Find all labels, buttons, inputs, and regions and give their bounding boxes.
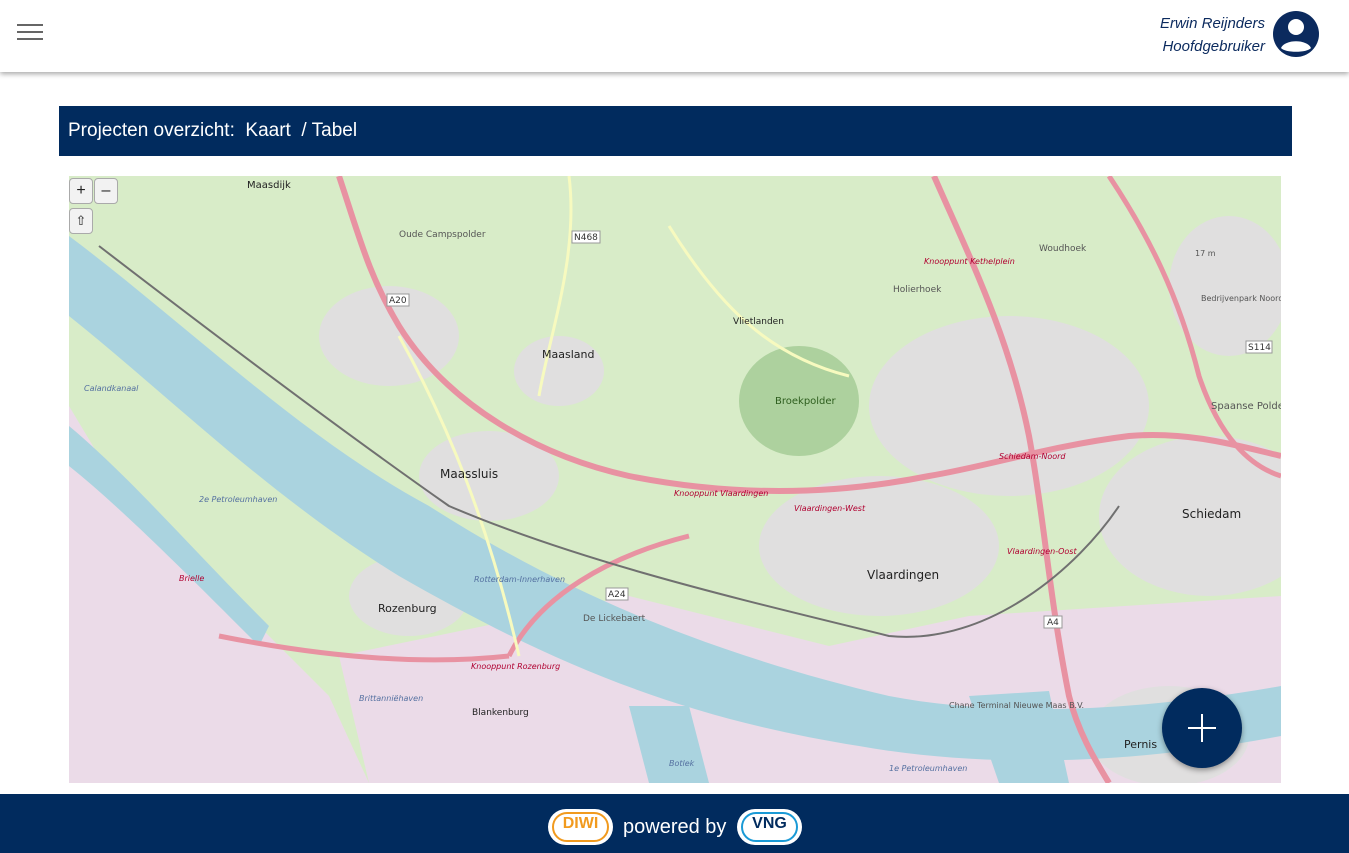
place-maasland: Maasland xyxy=(542,348,594,361)
place-oude-campspolder: Oude Campspolder xyxy=(399,230,486,240)
place-blankenburg: Blankenburg xyxy=(472,708,529,718)
page-title: Projecten overzicht: xyxy=(68,120,235,141)
label-rotterdam-innerhaven: Rotterdam-Innerhaven xyxy=(474,575,565,584)
label-s114: S114 xyxy=(1248,343,1271,353)
place-maasdijk: Maasdijk xyxy=(247,180,291,191)
place-broekpolder: Broekpolder xyxy=(775,396,837,407)
place-height: 17 m xyxy=(1195,249,1216,258)
label-knooppunt-rozenburg: Knooppunt Rozenburg xyxy=(471,662,560,671)
place-rozenburg: Rozenburg xyxy=(378,602,437,615)
label-knooppunt-kethelplein: Knooppunt Kethelplein xyxy=(924,257,1015,266)
zoom-out-button[interactable]: – xyxy=(94,178,118,204)
add-project-button[interactable] xyxy=(1162,688,1242,768)
map-canvas[interactable]: Maassluis Maasland Vlaardingen Schiedam … xyxy=(69,176,1281,783)
user-role: Hoofdgebruiker xyxy=(1162,38,1265,55)
label-a20: A20 xyxy=(389,296,407,306)
place-holierhoek: Holierhoek xyxy=(893,285,942,295)
place-de-lickebaert: De Lickebaert xyxy=(583,614,646,624)
vng-logo: VNG xyxy=(737,809,802,845)
tabel-link[interactable]: Tabel xyxy=(312,120,357,141)
label-vlaardingen-oost: Vlaardingen-Oost xyxy=(1007,547,1077,556)
label-vlaardingen-west: Vlaardingen-West xyxy=(794,504,866,513)
place-vlaardingen: Vlaardingen xyxy=(867,568,939,582)
label-schiedam-noord: Schiedam-Noord xyxy=(999,452,1066,461)
place-vlietlanden: Vlietlanden xyxy=(733,317,784,327)
view-separator: / xyxy=(301,120,307,141)
label-n468: N468 xyxy=(574,233,598,243)
hamburger-menu-icon[interactable] xyxy=(17,24,43,42)
label-knooppunt-vlaardingen: Knooppunt Vlaardingen xyxy=(674,489,768,498)
place-bedrijvenpark: Bedrijvenpark Noord West xyxy=(1201,294,1281,303)
label-petroleumhaven-1: 1e Petroleumhaven xyxy=(889,764,967,773)
projects-overview-banner: Projecten overzicht: Kaart / Tabel xyxy=(59,106,1292,156)
account-circle-icon[interactable] xyxy=(1273,11,1319,57)
powered-by-text: powered by xyxy=(623,816,727,838)
label-a24: A24 xyxy=(608,590,626,600)
label-britanniehaven: Brittanniëhaven xyxy=(359,694,423,703)
place-maassluis: Maassluis xyxy=(440,467,498,481)
label-petroleumhaven: 2e Petroleumhaven xyxy=(199,495,277,504)
diwi-logo: DIWI xyxy=(548,809,613,845)
reset-view-icon[interactable]: ⇧ xyxy=(69,208,93,234)
place-chane-terminal: Chane Terminal Nieuwe Maas B.V. xyxy=(949,701,1084,710)
label-a4: A4 xyxy=(1047,618,1059,628)
place-schiedam: Schiedam xyxy=(1182,507,1241,521)
place-pernis: Pernis xyxy=(1124,738,1157,751)
label-brielle: Brielle xyxy=(179,574,204,583)
place-spaanse-polder: Spaanse Polder xyxy=(1211,401,1281,412)
top-bar: Erwin Reijnders Hoofdgebruiker xyxy=(0,0,1349,72)
place-woudhoek: Woudhoek xyxy=(1039,244,1087,254)
label-calandkanaal: Calandkanaal xyxy=(84,384,139,393)
zoom-in-button[interactable]: + xyxy=(69,178,93,204)
footer: DIWI powered by VNG xyxy=(0,794,1349,853)
user-name: Erwin Reijnders xyxy=(1159,15,1265,32)
map-view[interactable]: Maassluis Maasland Vlaardingen Schiedam … xyxy=(69,176,1281,783)
user-info: Erwin Reijnders Hoofdgebruiker xyxy=(1160,12,1265,58)
label-botlek: Botlek xyxy=(669,759,695,768)
kaart-link[interactable]: Kaart xyxy=(245,120,290,141)
